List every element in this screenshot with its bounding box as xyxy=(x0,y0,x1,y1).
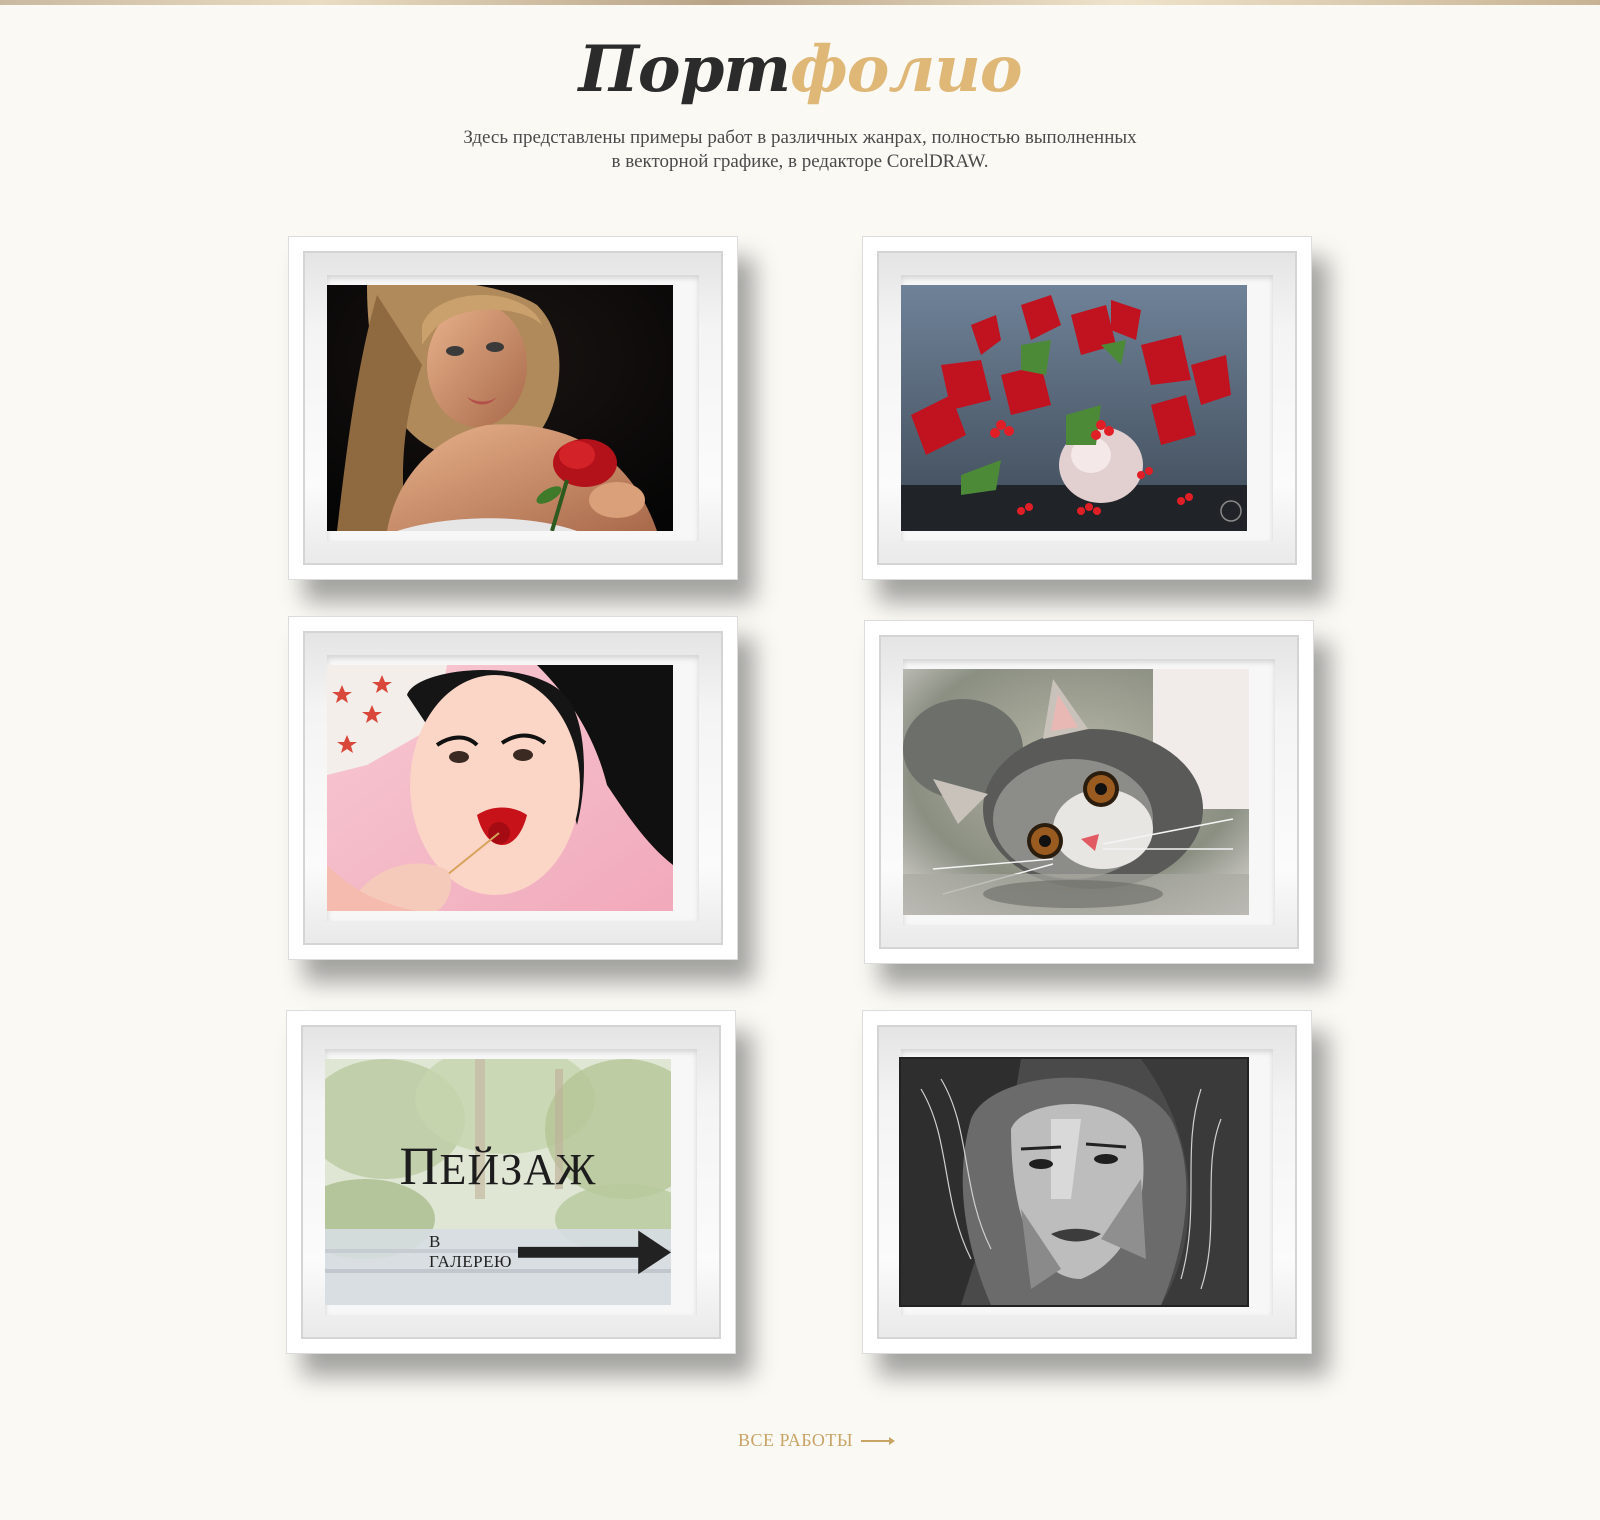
all-works-label: ВСЕ РАБОТЫ xyxy=(738,1430,854,1450)
to-gallery-link[interactable]: В ГАЛЕРЕЮ xyxy=(429,1225,671,1280)
to-gallery-label: В ГАЛЕРЕЮ xyxy=(429,1232,512,1272)
artwork-bw-portrait[interactable] xyxy=(899,1057,1249,1307)
artwork-still-life[interactable] xyxy=(901,285,1247,531)
artwork-girl-cherry[interactable] xyxy=(327,665,673,911)
artwork-girl-cherry-image xyxy=(327,665,673,911)
artwork-kitten-image xyxy=(903,669,1249,915)
gallery-frame-kitten[interactable] xyxy=(864,620,1314,964)
artwork-still-life-image xyxy=(901,285,1247,531)
artwork-woman-rose[interactable] xyxy=(327,285,673,531)
artwork-kitten[interactable] xyxy=(903,669,1249,915)
arrow-right-icon xyxy=(861,1436,896,1445)
gallery-frame-bw-portrait[interactable] xyxy=(862,1010,1312,1354)
artwork-landscape[interactable]: Пейзаж В ГАЛЕРЕЮ xyxy=(325,1059,671,1305)
gallery-frame-woman-rose[interactable] xyxy=(288,236,738,580)
gallery-frame-girl-cherry[interactable] xyxy=(288,616,738,960)
subtitle-line-2: в векторной графике, в редакторе CorelDR… xyxy=(611,151,989,172)
all-works-link[interactable]: ВСЕ РАБОТЫ xyxy=(738,1430,896,1451)
arrow-right-icon xyxy=(517,1230,671,1275)
artwork-bw-portrait-image xyxy=(901,1059,1247,1305)
title-part-dark: Порт xyxy=(578,32,791,107)
title-part-accent: фолио xyxy=(790,32,1022,107)
gallery-frame-landscape[interactable]: Пейзаж В ГАЛЕРЕЮ xyxy=(286,1010,736,1354)
landscape-title-cap: П xyxy=(399,1136,440,1196)
section-title: Портфолио xyxy=(0,30,1600,110)
section-subtitle: Здесь представлены примеры работ в разли… xyxy=(350,126,1250,174)
artwork-woman-rose-image xyxy=(327,285,673,531)
landscape-title-rest: ейзаж xyxy=(439,1145,597,1194)
subtitle-line-1: Здесь представлены примеры работ в разли… xyxy=(463,127,1137,148)
top-photo-strip xyxy=(0,0,1600,5)
landscape-title: Пейзаж xyxy=(325,1135,671,1197)
gallery-frame-still-life[interactable] xyxy=(862,236,1312,580)
